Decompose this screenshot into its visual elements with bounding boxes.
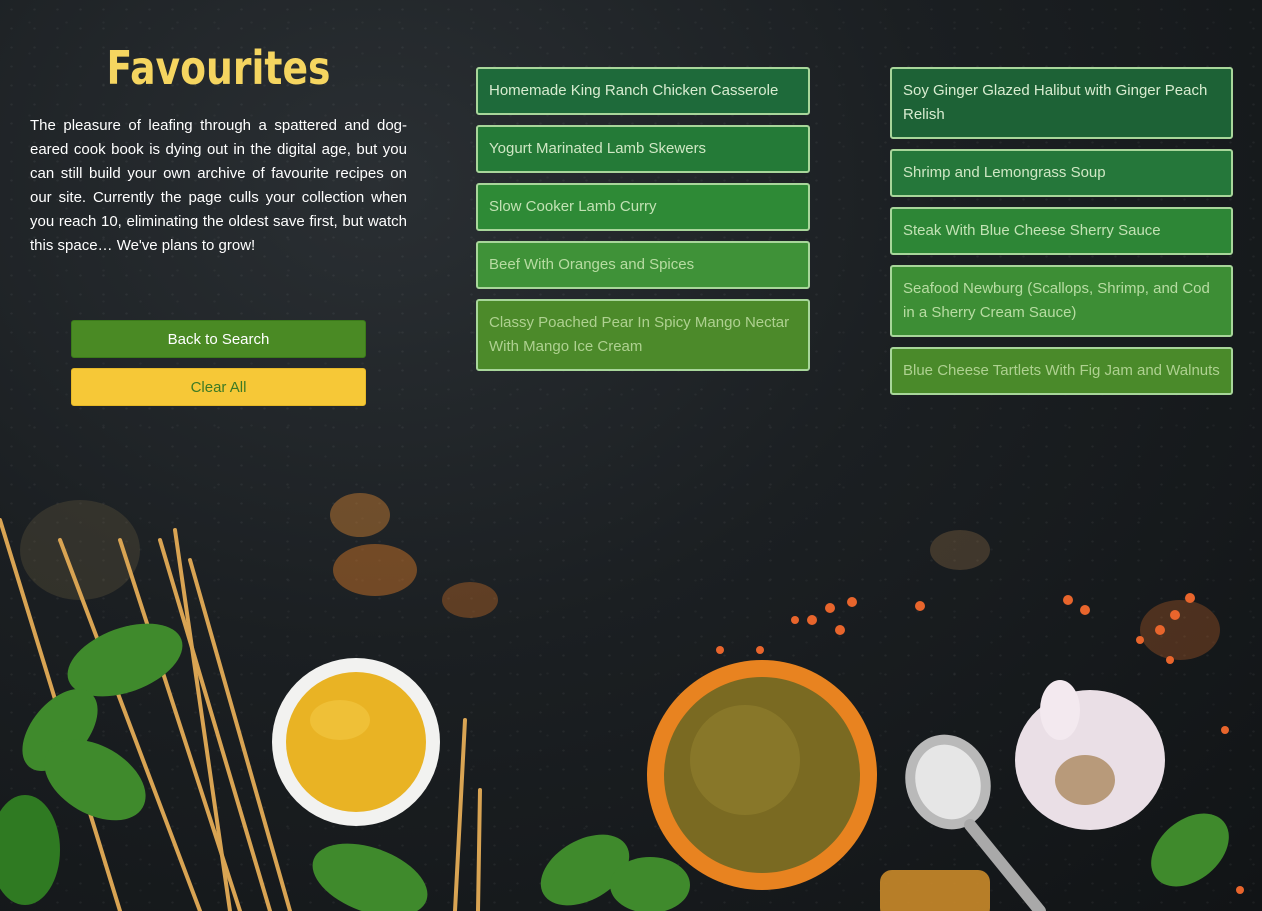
recipe-card[interactable]: Homemade King Ranch Chicken Casserole (476, 67, 810, 115)
page-title: Favourites (106, 41, 331, 95)
food-ingredients-image (0, 493, 1244, 911)
recipe-card[interactable]: Blue Cheese Tartlets With Fig Jam and Wa… (890, 347, 1233, 395)
intro-text: The pleasure of leafing through a spatte… (30, 117, 407, 254)
recipe-title: Classy Poached Pear In Spicy Mango Necta… (489, 314, 790, 355)
recipe-title: Soy Ginger Glazed Halibut with Ginger Pe… (903, 82, 1208, 123)
recipe-card[interactable]: Seafood Newburg (Scallops, Shrimp, and C… (890, 265, 1233, 337)
favourites-column-a: Homemade King Ranch Chicken Casserole Yo… (476, 67, 810, 381)
recipe-card[interactable]: Slow Cooker Lamb Curry (476, 183, 810, 231)
favourites-intro-panel: Favourites The pleasure of leafing throu… (30, 36, 407, 406)
recipe-title: Slow Cooker Lamb Curry (489, 198, 657, 215)
recipe-card[interactable]: Shrimp and Lemongrass Soup (890, 149, 1233, 197)
recipe-title: Yogurt Marinated Lamb Skewers (489, 140, 707, 157)
back-to-search-button[interactable]: Back to Search (71, 320, 366, 358)
recipe-title: Homemade King Ranch Chicken Casserole (489, 82, 779, 99)
recipe-title: Seafood Newburg (Scallops, Shrimp, and C… (903, 280, 1210, 321)
recipe-card[interactable]: Soy Ginger Glazed Halibut with Ginger Pe… (890, 67, 1233, 139)
recipe-title: Shrimp and Lemongrass Soup (903, 164, 1106, 181)
recipe-title: Steak With Blue Cheese Sherry Sauce (903, 222, 1161, 239)
recipe-title: Beef With Oranges and Spices (489, 256, 695, 273)
clear-all-button[interactable]: Clear All (71, 368, 366, 406)
favourites-column-b: Soy Ginger Glazed Halibut with Ginger Pe… (890, 67, 1233, 405)
recipe-card[interactable]: Steak With Blue Cheese Sherry Sauce (890, 207, 1233, 255)
recipe-title: Blue Cheese Tartlets With Fig Jam and Wa… (903, 362, 1220, 379)
recipe-card[interactable]: Beef With Oranges and Spices (476, 241, 810, 289)
recipe-card[interactable]: Classy Poached Pear In Spicy Mango Necta… (476, 299, 810, 371)
recipe-card[interactable]: Yogurt Marinated Lamb Skewers (476, 125, 810, 173)
